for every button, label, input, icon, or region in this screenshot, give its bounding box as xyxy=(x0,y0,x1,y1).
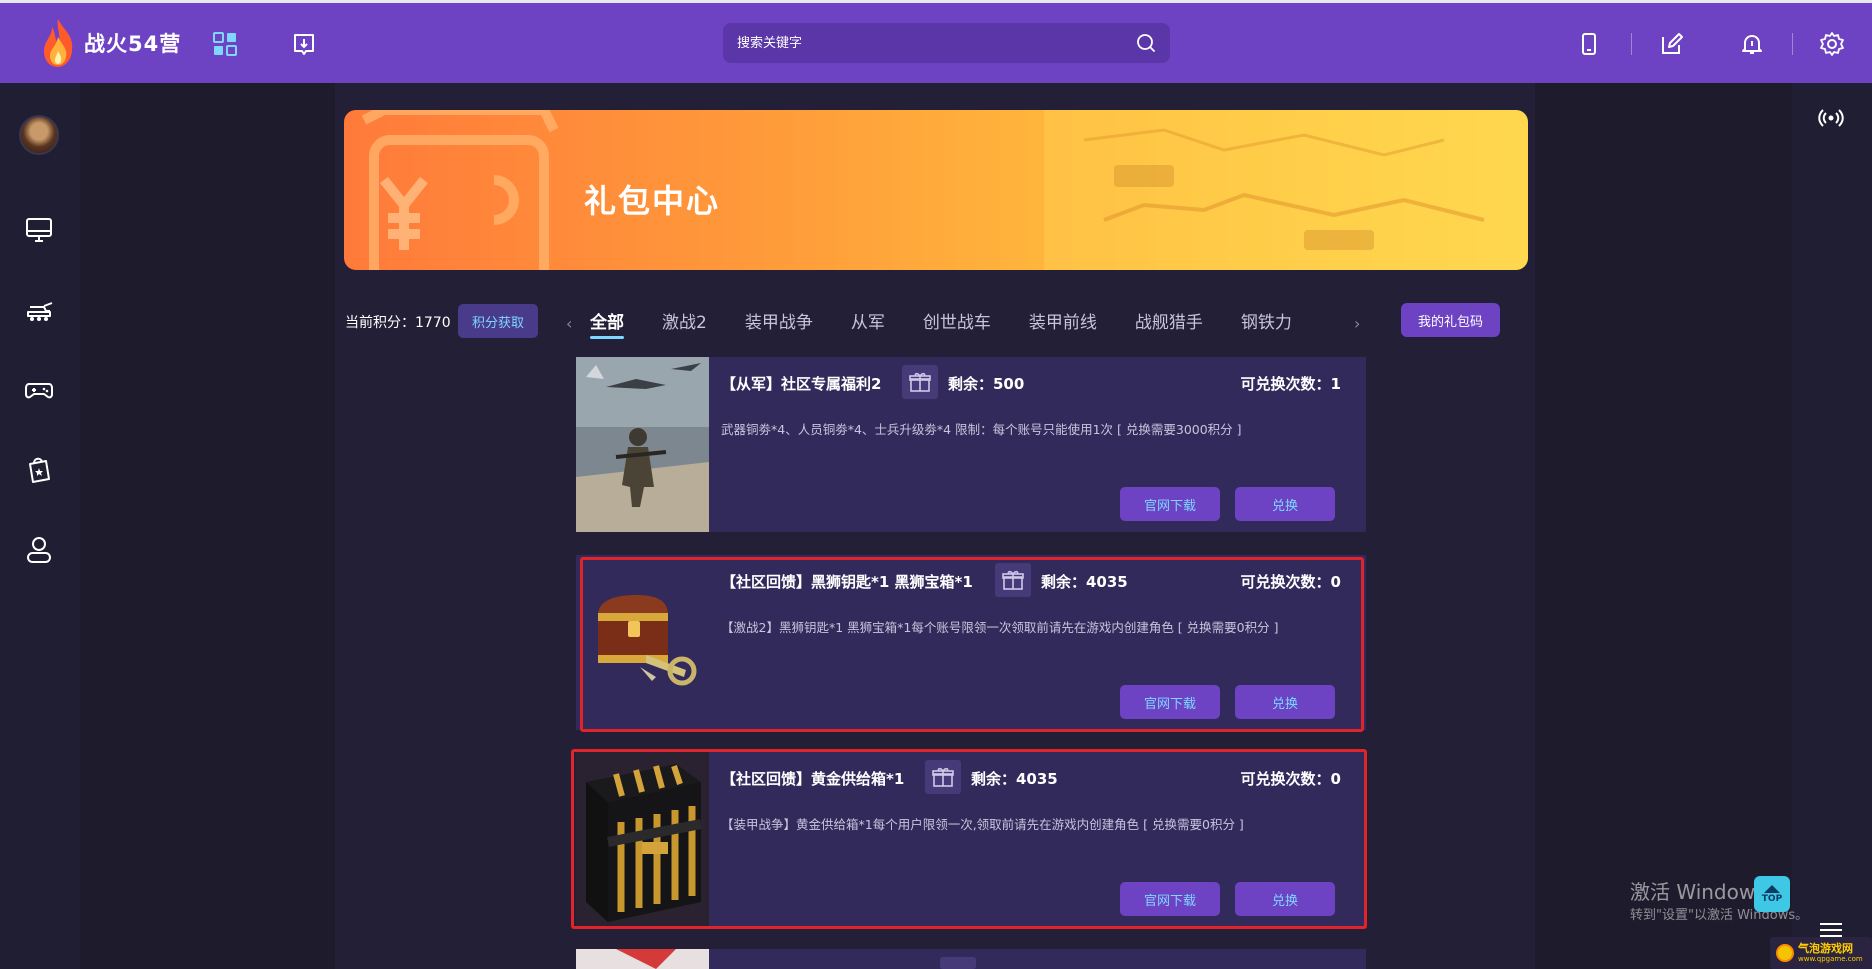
flame-logo-icon xyxy=(44,19,73,67)
banner: 礼包中心 xyxy=(344,110,1528,270)
tank-icon[interactable] xyxy=(24,295,54,325)
official-download-button[interactable]: 官网下载 xyxy=(1120,487,1220,521)
bell-icon[interactable] xyxy=(1739,31,1765,57)
apps-grid-icon[interactable] xyxy=(212,31,238,57)
tab-enlisted[interactable]: 从军 xyxy=(851,308,885,339)
left-sidebar xyxy=(0,83,80,969)
tab-armored-front[interactable]: 装甲前线 xyxy=(1029,308,1097,339)
partner-site-logo: 气泡游戏网 www.qpgame.com xyxy=(1770,937,1872,969)
tab-armored-warfare[interactable]: 装甲战争 xyxy=(745,308,813,339)
separator xyxy=(1792,33,1793,55)
broadcast-icon[interactable] xyxy=(1818,107,1844,129)
earn-points-button[interactable]: 积分获取 xyxy=(458,304,538,338)
partner-logo-name: 气泡游戏网 xyxy=(1798,942,1853,955)
exchange-times: 可兑换次数：1 xyxy=(1240,375,1341,393)
game-tabs: 全部 激战2 装甲战争 从军 创世战车 装甲前线 战舰猎手 钢铁力 xyxy=(590,308,1350,344)
tab-all[interactable]: 全部 xyxy=(590,308,624,339)
tab-crossout[interactable]: 创世战车 xyxy=(923,308,991,339)
site-logo[interactable]: 战火54营 xyxy=(40,17,181,69)
highlight-box xyxy=(580,557,1364,732)
exchange-button[interactable]: 兑换 xyxy=(1235,487,1335,521)
edit-icon[interactable] xyxy=(1659,31,1685,57)
highlight-box xyxy=(571,749,1367,929)
tab-steel[interactable]: 钢铁力 xyxy=(1241,308,1292,339)
remaining-count: 剩余：500 xyxy=(948,375,1025,393)
search-icon[interactable] xyxy=(1136,33,1156,53)
gift-bag-icon[interactable] xyxy=(24,455,54,485)
user-icon[interactable] xyxy=(24,535,54,565)
top-label: TOP xyxy=(1761,894,1783,904)
my-gift-codes-button[interactable]: 我的礼包码 xyxy=(1401,303,1500,337)
search-box xyxy=(723,23,1170,63)
gift-icon xyxy=(940,957,976,969)
gear-icon[interactable] xyxy=(1819,31,1845,57)
right-sidebar xyxy=(1792,83,1872,969)
card-description: 武器铜劵*4、人员铜劵*4、士兵升级劵*4 限制：每个账号只能使用1次 [ 兑换… xyxy=(721,422,1242,437)
gift-icon xyxy=(902,365,938,399)
monitor-icon[interactable] xyxy=(24,215,54,245)
tab-gw2[interactable]: 激战2 xyxy=(662,308,707,339)
card-image xyxy=(576,949,709,969)
chevron-right-icon[interactable]: › xyxy=(1354,314,1360,333)
gift-card xyxy=(576,949,1366,969)
logo-text: 战火54营 xyxy=(84,32,182,56)
arrow-up-icon xyxy=(1764,885,1780,893)
activation-watermark: 激活 Windows xyxy=(1630,880,1766,904)
card-image xyxy=(576,357,709,532)
chevron-left-icon[interactable]: ‹ xyxy=(566,314,572,333)
card-title: 【从军】社区专属福利2 xyxy=(721,375,882,393)
partner-logo-icon xyxy=(1776,944,1794,962)
gamepad-icon[interactable] xyxy=(24,375,54,405)
wallet-illustration-icon xyxy=(361,110,1528,270)
banner-title: 礼包中心 xyxy=(584,182,721,220)
top-bar: 战火54营 xyxy=(0,0,1872,83)
mobile-icon[interactable] xyxy=(1576,31,1602,57)
menu-icon[interactable] xyxy=(1820,923,1842,937)
tab-warship-hunter[interactable]: 战舰猎手 xyxy=(1135,308,1203,339)
gift-card: 【从军】社区专属福利2 剩余：500 可兑换次数：1 武器铜劵*4、人员铜劵*4… xyxy=(576,357,1366,532)
back-to-top-button[interactable]: TOP xyxy=(1754,876,1790,912)
partner-logo-url: www.qpgame.com xyxy=(1798,955,1863,963)
points-label: 当前积分：1770 xyxy=(345,315,451,331)
separator xyxy=(1631,33,1632,55)
book-icon[interactable] xyxy=(291,31,317,57)
avatar[interactable] xyxy=(19,115,59,155)
search-input[interactable] xyxy=(737,23,1117,63)
